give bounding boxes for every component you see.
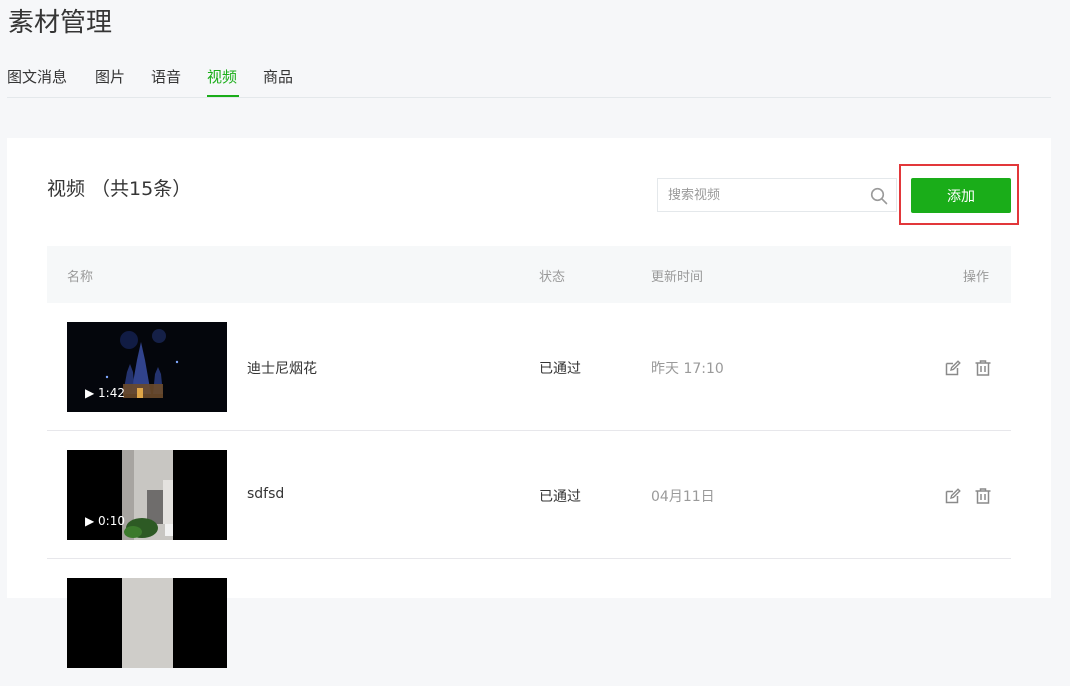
table-row: ▶ 0:10 sdfsd 已通过 04月11日 [47,431,1011,559]
tab-news[interactable]: 图文消息 [7,66,67,88]
video-panel: 视频 （共15条） 添加 名称 状态 更新时间 操作 [7,138,1051,668]
trash-icon[interactable] [974,359,992,377]
table-row [47,559,1011,686]
search-input[interactable] [658,179,878,211]
section-title: 视频 （共15条） [47,178,192,200]
tab-video[interactable]: 视频 [207,66,237,88]
video-duration: ▶ 0:10 [85,514,125,528]
edit-icon[interactable] [944,487,962,505]
page-title: 素材管理 [8,8,113,38]
video-thumbnail[interactable] [67,578,227,668]
search-box [657,178,897,212]
table-header: 名称 状态 更新时间 操作 [47,246,1011,303]
trash-icon[interactable] [974,487,992,505]
tab-products[interactable]: 商品 [263,66,293,88]
active-tab-indicator [207,95,239,97]
column-actions: 操作 [963,270,990,285]
column-status: 状态 [539,270,566,285]
table-row: ▶ 1:42 迪士尼烟花 已通过 昨天 17:10 [47,303,1011,431]
tab-bar: 图文消息 图片 语音 视频 商品 [7,62,1051,98]
video-name[interactable]: sdfsd [247,486,284,502]
edit-icon[interactable] [944,359,962,377]
column-name: 名称 [67,270,94,285]
video-status: 已通过 [539,361,581,377]
search-icon[interactable] [870,187,888,205]
video-thumbnail[interactable]: ▶ 1:42 [67,322,227,412]
add-button[interactable]: 添加 [911,178,1011,213]
video-updated-time: 昨天 17:10 [651,361,724,377]
video-thumbnail[interactable]: ▶ 0:10 [67,450,227,540]
column-updated-time: 更新时间 [651,270,704,285]
video-duration: ▶ 1:42 [85,386,125,400]
tab-images[interactable]: 图片 [95,66,125,88]
video-thumbnail-image [67,578,227,668]
tab-voice[interactable]: 语音 [151,66,181,88]
video-name[interactable]: 迪士尼烟花 [247,358,317,378]
video-updated-time: 04月11日 [651,489,715,505]
video-status: 已通过 [539,489,581,505]
